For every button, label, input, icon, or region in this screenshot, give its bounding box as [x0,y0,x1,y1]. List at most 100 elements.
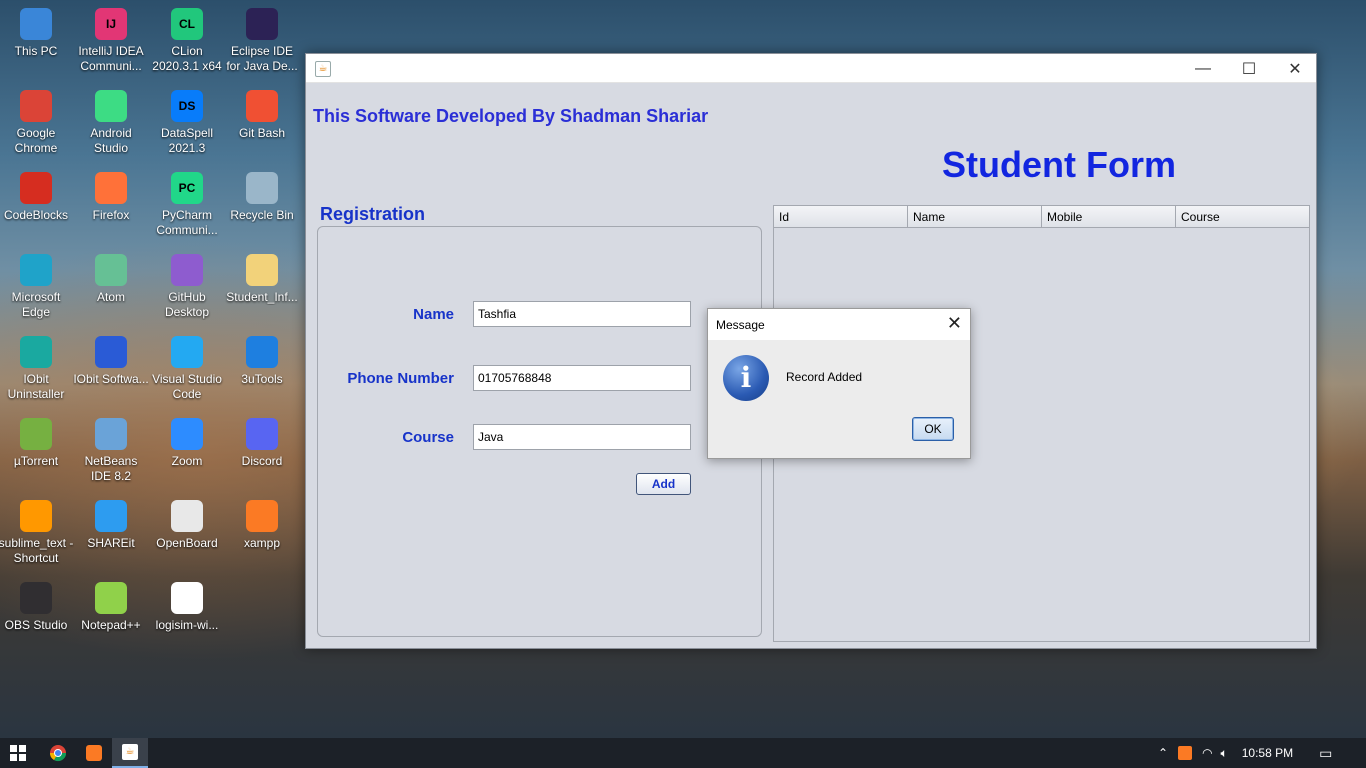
window-close-button[interactable]: ✕ [1272,54,1318,83]
desktop-icon-label: Zoom [171,454,203,468]
system-tray: ⌃ ◠ 🔈︎ 10:58 PM ▭ [1158,738,1332,768]
vscode-icon [171,336,203,368]
desktop-icon[interactable]: logisim-wi... [149,582,225,660]
info-icon: i [723,355,769,401]
desktop-icon[interactable]: CodeBlocks [0,172,74,250]
table-column-header[interactable]: Id [774,206,908,227]
desktop-icon[interactable]: Google Chrome [0,90,74,168]
add-button[interactable]: Add [636,473,691,495]
desktop-icon[interactable]: Recycle Bin [224,172,300,250]
chevron-up-icon[interactable]: ⌃ [1158,746,1168,760]
desktop-icon-label: CodeBlocks [3,208,69,222]
desktop-icon-label: Google Chrome [14,126,58,155]
obs-icon [20,582,52,614]
message-dialog: Message ✕ i Record Added OK [707,308,971,459]
desktop-icon[interactable]: Student_Inf... [224,254,300,332]
desktop-icon-label: Discord [241,454,283,468]
desktop-icon[interactable]: Git Bash [224,90,300,168]
desktop-icon[interactable]: Discord [224,418,300,496]
recycle-bin-icon [246,172,278,204]
desktop-icon[interactable]: GitHub Desktop [149,254,225,332]
desktop-icon[interactable]: µTorrent [0,418,74,496]
desktop-icon[interactable]: Notepad++ [73,582,149,660]
course-input[interactable] [473,424,691,450]
desktop-icon[interactable]: Android Studio [73,90,149,168]
xampp-icon [86,745,102,761]
desktop-icon[interactable]: IObit Softwa... [73,336,149,414]
desktop-icon-label: IntelliJ IDEA Communi... [78,44,144,73]
desktop-icon-label: sublime_text - Shortcut [0,536,74,565]
desktop-icon-label: Firefox [92,208,130,222]
sublime-icon [20,500,52,532]
desktop-icon[interactable]: Visual Studio Code [149,336,225,414]
dialog-title: Message [716,318,765,332]
phone-input[interactable] [473,365,691,391]
table-column-header[interactable]: Name [908,206,1042,227]
firefox-icon [95,172,127,204]
desktop-icon[interactable]: NetBeans IDE 8.2 [73,418,149,496]
start-button[interactable] [0,738,36,768]
git-bash-icon [246,90,278,122]
logisim-icon [171,582,203,614]
dialog-close-button[interactable]: ✕ [947,313,962,334]
maximize-button[interactable]: ☐ [1226,54,1272,83]
registration-panel: Name Phone Number Course Add [317,226,762,637]
zoom-icon [171,418,203,450]
table-column-header[interactable]: Mobile [1042,206,1176,227]
desktop-icon-label: This PC [14,44,58,58]
desktop-icon[interactable]: Atom [73,254,149,332]
volume-icon[interactable]: 🔈︎ [1221,746,1228,761]
taskbar-java-app[interactable]: ☕ [112,738,148,768]
desktop-icon[interactable]: Microsoft Edge [0,254,74,332]
desktop-icon[interactable]: IObit Uninstaller [0,336,74,414]
table-header: Id Name Mobile Course [774,206,1309,228]
desktop-icon[interactable]: xampp [224,500,300,578]
openboard-icon [171,500,203,532]
android-studio-icon [95,90,127,122]
dialog-message: Record Added [786,370,863,384]
desktop-icon-label: OBS Studio [4,618,68,632]
desktop-icon[interactable]: Firefox [73,172,149,250]
minimize-button[interactable]: — [1180,54,1226,83]
desktop-icon[interactable]: OpenBoard [149,500,225,578]
desktop-icon-label: OpenBoard [156,536,218,550]
table-column-header[interactable]: Course [1176,206,1309,227]
desktop-icon[interactable]: SHAREit [73,500,149,578]
ok-button[interactable]: OK [912,417,954,441]
desktop-icon[interactable]: PC PyCharm Communi... [149,172,225,250]
desktop-icon[interactable]: 3uTools [224,336,300,414]
pycharm-icon: PC [171,172,203,204]
taskbar-xampp[interactable] [76,738,112,768]
desktop-icon[interactable]: OBS Studio [0,582,74,660]
window-titlebar[interactable]: ☕ — ☐ ✕ [306,54,1316,83]
clock[interactable]: 10:58 PM [1242,746,1293,760]
desktop-icon-label: logisim-wi... [155,618,219,632]
xampp-tray-icon[interactable] [1178,746,1193,760]
desktop-icon[interactable]: sublime_text - Shortcut [0,500,74,578]
desktop-icon[interactable]: CL CLion 2020.3.1 x64 [149,8,225,86]
chrome-icon [20,90,52,122]
java-app-icon: ☕ [315,61,331,77]
desktop-icon-label: Student_Inf... [226,290,298,304]
eclipse-icon [246,8,278,40]
taskbar-chrome[interactable] [40,738,76,768]
dialog-titlebar[interactable]: Message ✕ [708,309,970,340]
desktop-icon-label: GitHub Desktop [164,290,210,319]
desktop-icon[interactable]: Eclipse IDE for Java De... [224,8,300,86]
desktop-icon[interactable]: Zoom [149,418,225,496]
folder-icon [246,254,278,286]
desktop-icon[interactable]: IJ IntelliJ IDEA Communi... [73,8,149,86]
desktop-icon-label: 3uTools [241,372,283,386]
java-app-icon: ☕ [122,744,138,760]
desktop-icon-label: CLion 2020.3.1 x64 [152,44,222,73]
monitor-icon [20,8,52,40]
wifi-icon[interactable]: ◠ [1202,746,1212,760]
name-input[interactable] [473,301,691,327]
desktop-icon-label: Microsoft Edge [11,290,61,319]
desktop-icon[interactable]: DS DataSpell 2021.3 [149,90,225,168]
intellij-icon: IJ [95,8,127,40]
desktop-icon[interactable]: This PC [0,8,74,86]
desktop-icon-label: Recycle Bin [230,208,294,222]
notifications-icon[interactable]: ▭ [1319,745,1332,762]
3utools-icon [246,336,278,368]
